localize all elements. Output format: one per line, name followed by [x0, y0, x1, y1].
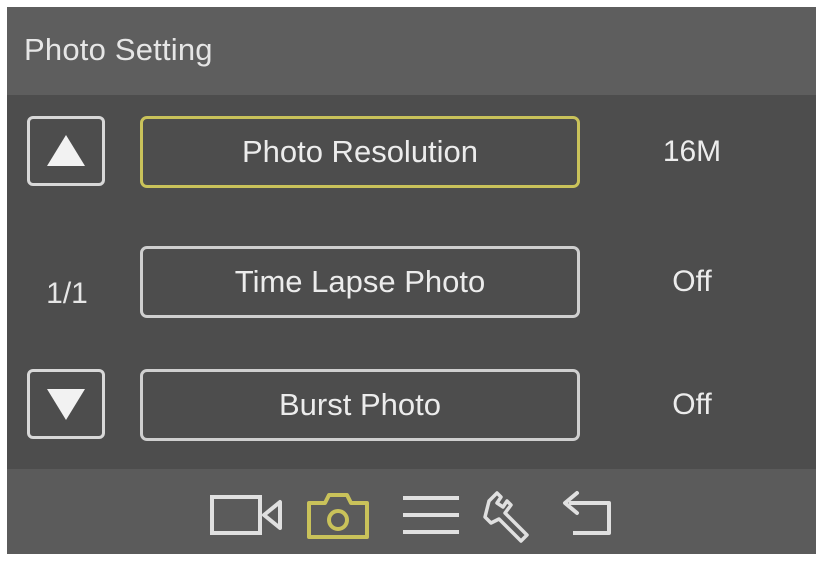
- settings-menu: 1/1 Photo Resolution 16M Time Lapse Phot…: [7, 95, 816, 469]
- wrench-icon: [483, 491, 529, 543]
- page-down-button[interactable]: [27, 369, 105, 439]
- menu-item-burst-photo[interactable]: Burst Photo: [140, 369, 580, 441]
- arrow-down-icon: [47, 389, 85, 420]
- back-arrow-icon: [563, 491, 611, 535]
- bottom-toolbar: [7, 469, 816, 554]
- menu-icon: [403, 496, 459, 534]
- menu-value-burst-photo: Off: [672, 388, 712, 421]
- camera-settings-screen: Photo Setting 1/1 Photo Resolution 16M T…: [7, 7, 816, 554]
- tab-tools[interactable]: [479, 487, 539, 543]
- photo-camera-icon: [307, 493, 369, 539]
- menu-item-time-lapse-photo[interactable]: Time Lapse Photo: [140, 246, 580, 318]
- menu-value-photo-resolution: 16M: [662, 135, 722, 168]
- tab-back[interactable]: [553, 487, 623, 543]
- tab-video[interactable]: [207, 487, 287, 543]
- header-bar: Photo Setting: [7, 7, 816, 95]
- page-indicator: 1/1: [46, 277, 88, 310]
- tab-menu[interactable]: [399, 487, 463, 543]
- arrow-up-icon: [47, 135, 85, 166]
- page-up-button[interactable]: [27, 116, 105, 186]
- tab-photo[interactable]: [303, 487, 373, 543]
- menu-item-photo-resolution[interactable]: Photo Resolution: [140, 116, 580, 188]
- video-camera-icon: [210, 495, 282, 535]
- page-title: Photo Setting: [24, 32, 213, 67]
- menu-value-time-lapse-photo: Off: [672, 265, 712, 298]
